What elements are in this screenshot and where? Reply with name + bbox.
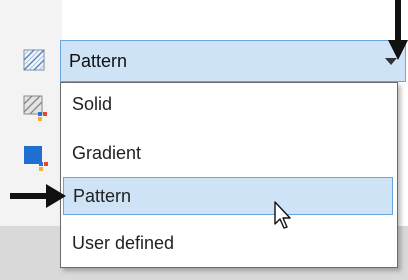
dropdown-item-user-defined[interactable]: User defined — [63, 224, 393, 262]
color-swatch-icon[interactable] — [18, 144, 50, 172]
hatch-pattern-icon[interactable] — [18, 47, 50, 75]
dropdown-item-pattern[interactable]: Pattern — [63, 177, 393, 215]
mouse-pointer-icon — [274, 201, 291, 229]
combo-selected-value: Pattern — [69, 50, 128, 71]
hatch-type-dropdown: Solid Gradient Pattern User defined — [60, 82, 398, 268]
dropdown-item-label: User defined — [72, 232, 175, 253]
dropdown-item-gradient[interactable]: Gradient — [63, 134, 393, 172]
dropdown-item-label: Gradient — [72, 142, 142, 163]
dropdown-item-label: Solid — [72, 93, 113, 114]
hatch-type-combo[interactable]: Pattern — [60, 40, 406, 82]
right-arrow-annotation-icon — [10, 184, 66, 208]
dropdown-item-label: Pattern — [73, 185, 132, 206]
hatch-gradient-icon[interactable] — [18, 94, 50, 122]
down-arrow-annotation-icon — [388, 0, 408, 60]
dropdown-item-solid[interactable]: Solid — [63, 85, 393, 123]
